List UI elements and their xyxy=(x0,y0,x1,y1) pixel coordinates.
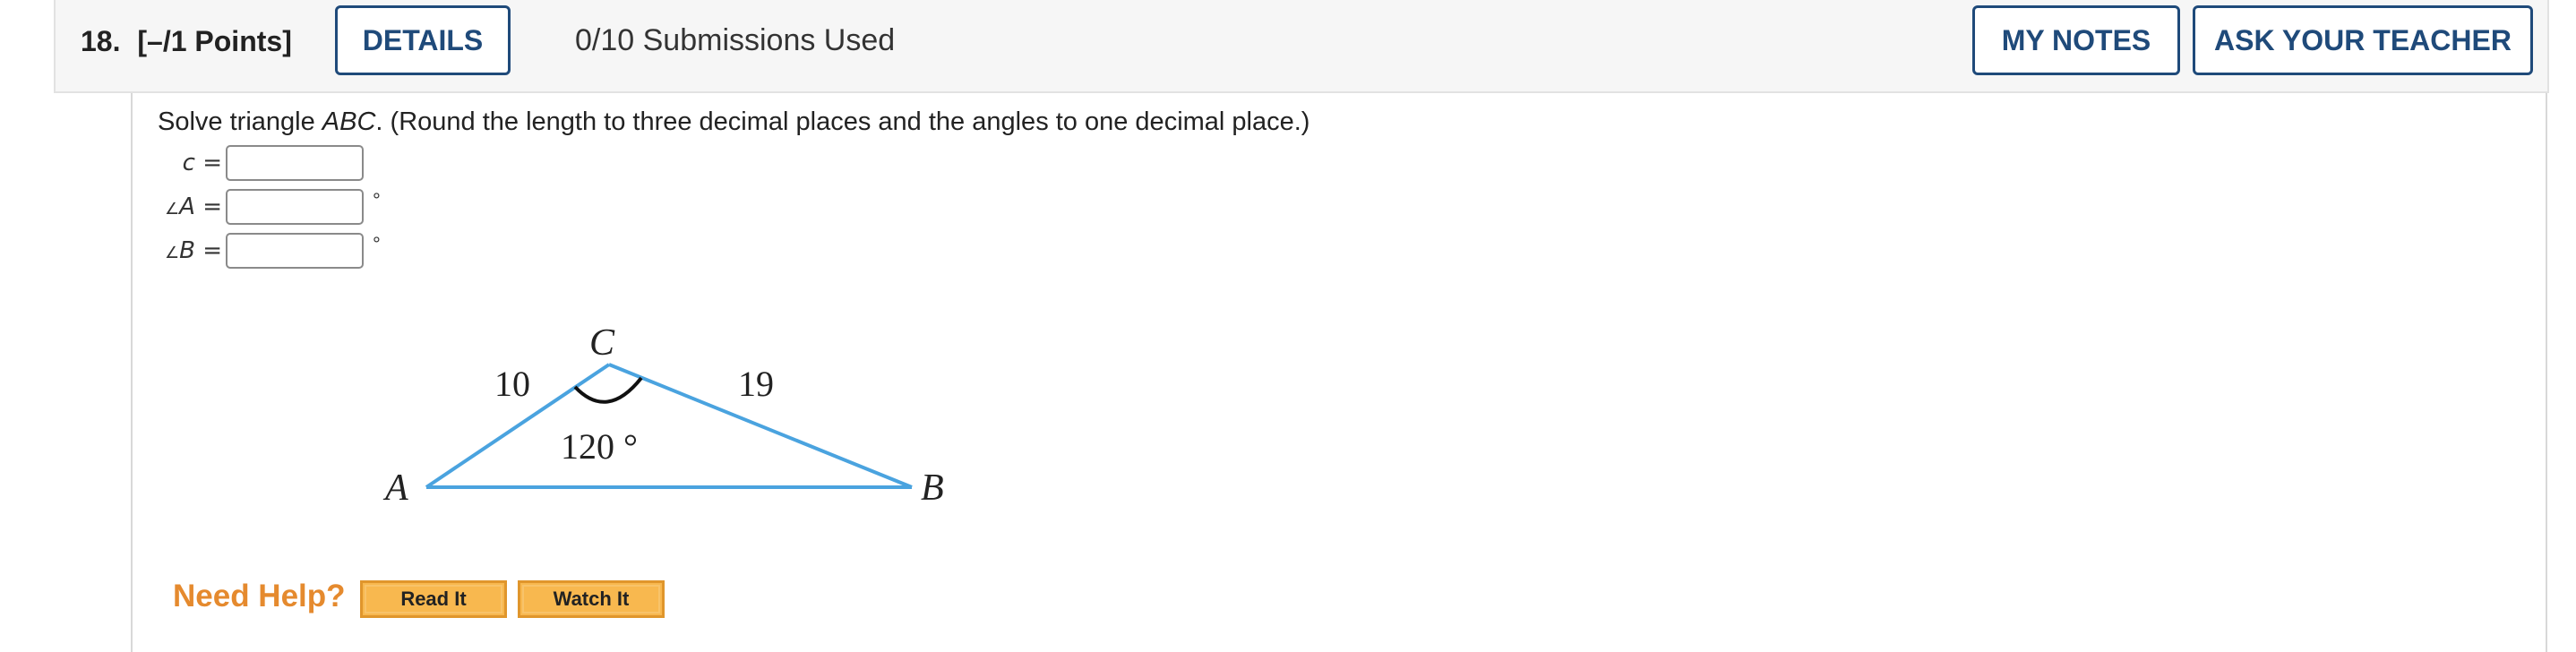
vertex-b-label: B xyxy=(921,468,944,509)
vertex-a-label: A xyxy=(382,468,408,509)
watch-it-button[interactable]: Watch It xyxy=(518,580,665,618)
need-help-label: Need Help? xyxy=(173,579,346,613)
read-it-button[interactable]: Read It xyxy=(360,580,507,618)
triangle-figure: C A B 10 19 120 ° xyxy=(382,322,944,509)
vertex-c-label: C xyxy=(589,322,615,364)
angle-c-label: 120 ° xyxy=(561,426,638,467)
side-cb-label: 19 xyxy=(738,364,774,404)
side-ac-label: 10 xyxy=(494,364,530,404)
